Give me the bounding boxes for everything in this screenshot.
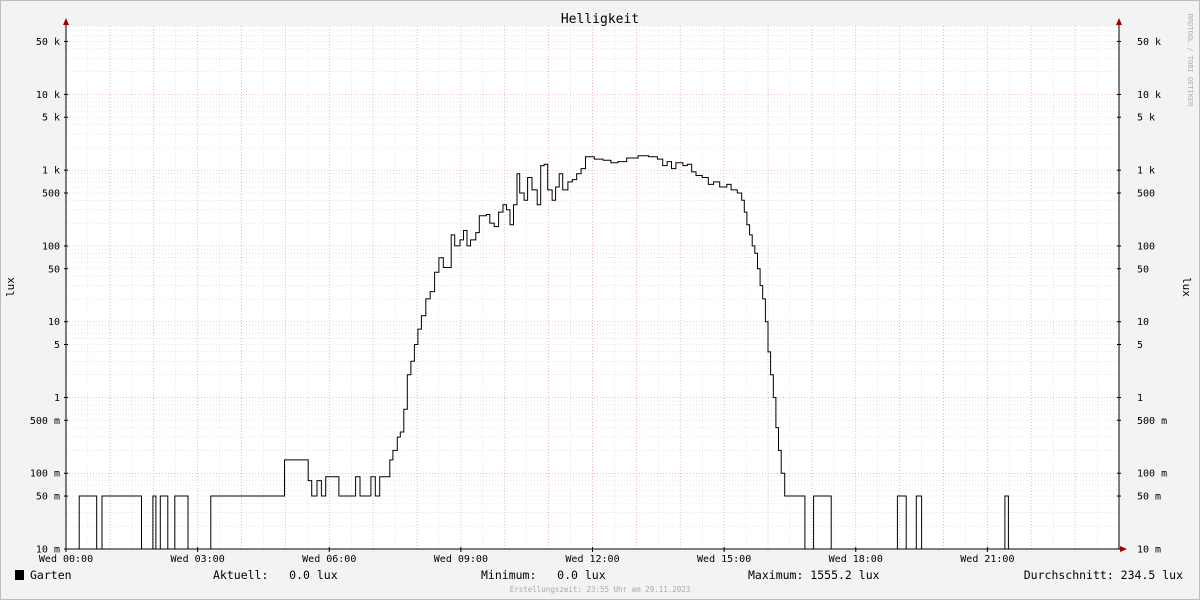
y-tick-label-left: 50 (48, 264, 60, 275)
y-ticks-right: 50 k 10 k 5 k 1 k 500 100 50 10 5 1 500 m 100 m 50 m… (1117, 37, 1167, 556)
y-tick-label-left: 100 m (30, 469, 60, 480)
x-axis-arrow (1120, 546, 1127, 552)
x-tick-label: Wed 09:00 (434, 554, 488, 565)
y-tick-label-right: 1 (1137, 393, 1143, 404)
y-tick-label-left: 5 (54, 340, 60, 351)
y-axis-label-left: lux (4, 277, 17, 297)
legend-maximum: Maximum: 1555.2 lux (748, 568, 880, 582)
y-tick-label-right: 5 k (1137, 113, 1155, 124)
y-tick-label-right: 10 m (1137, 545, 1161, 556)
chart-title: Helligkeit (561, 12, 639, 27)
y-tick-label-left: 10 (48, 317, 60, 328)
y-tick-label-right: 500 m (1137, 416, 1167, 427)
x-tick-label: Wed 18:00 (829, 554, 883, 565)
y-tick-label-left: 500 (42, 188, 60, 199)
y-tick-label-right: 500 (1137, 188, 1155, 199)
y-tick-label-left: 5 k (42, 113, 60, 124)
x-tick-label: Wed 00:00 (39, 554, 93, 565)
y-tick-label-right: 5 (1137, 340, 1143, 351)
legend-current: Aktuell: 0.0 lux (213, 568, 338, 582)
x-tick-label: Wed 03:00 (171, 554, 225, 565)
y-tick-label-right: 1 k (1137, 166, 1155, 177)
legend-minimum: Minimum: 0.0 lux (481, 568, 606, 582)
y-tick-label-right: 50 (1137, 264, 1149, 275)
creation-time: Erstellungszeit: 23:55 Uhr am 29.11.2023 (510, 585, 691, 594)
y-tick-label-right: 50 m (1137, 492, 1161, 503)
y-tick-label-left: 100 (42, 241, 60, 252)
legend-series-name: Garten (30, 568, 72, 582)
y-tick-label-right: 10 k (1137, 90, 1161, 101)
y-tick-label-left: 1 k (42, 166, 60, 177)
x-tick-label: Wed 12:00 (565, 554, 619, 565)
watermark: RRDTOOL / TOBI OETIKER (1186, 14, 1194, 108)
y-axis-left-arrow (63, 18, 69, 25)
y-tick-label-left: 1 (54, 393, 60, 404)
x-tick-label: Wed 21:00 (960, 554, 1014, 565)
legend-average: Durchschnitt: 234.5 lux (1024, 568, 1183, 582)
y-tick-label-right: 100 (1137, 241, 1155, 252)
y-tick-label-left: 500 m (30, 416, 60, 427)
y-tick-label-left: 50 m (36, 492, 60, 503)
x-ticks: Wed 00:00 Wed 03:00 Wed 06:00 Wed 09:00 Wed … (39, 547, 1014, 565)
y-ticks-left: 50 k 10 k 5 k 1 k 500 100 50 10 5 1 500 m 100 m 50 m… (30, 37, 68, 556)
y-tick-label-right: 100 m (1137, 469, 1167, 480)
y-tick-label-left: 50 k (36, 37, 60, 48)
legend-swatch-garten (15, 570, 24, 580)
y-axis-label-right: lux (1180, 277, 1193, 297)
brightness-chart: 50 k 10 k 5 k 1 k 500 100 50 10 5 1 500 m 100 m 50 m… (4, 12, 1194, 594)
y-axis-right-arrow (1116, 18, 1122, 25)
y-tick-label-right: 50 k (1137, 37, 1161, 48)
x-tick-label: Wed 15:00 (697, 554, 751, 565)
y-tick-label-left: 10 k (36, 90, 60, 101)
y-tick-label-right: 10 (1137, 317, 1149, 328)
x-tick-label: Wed 06:00 (302, 554, 356, 565)
